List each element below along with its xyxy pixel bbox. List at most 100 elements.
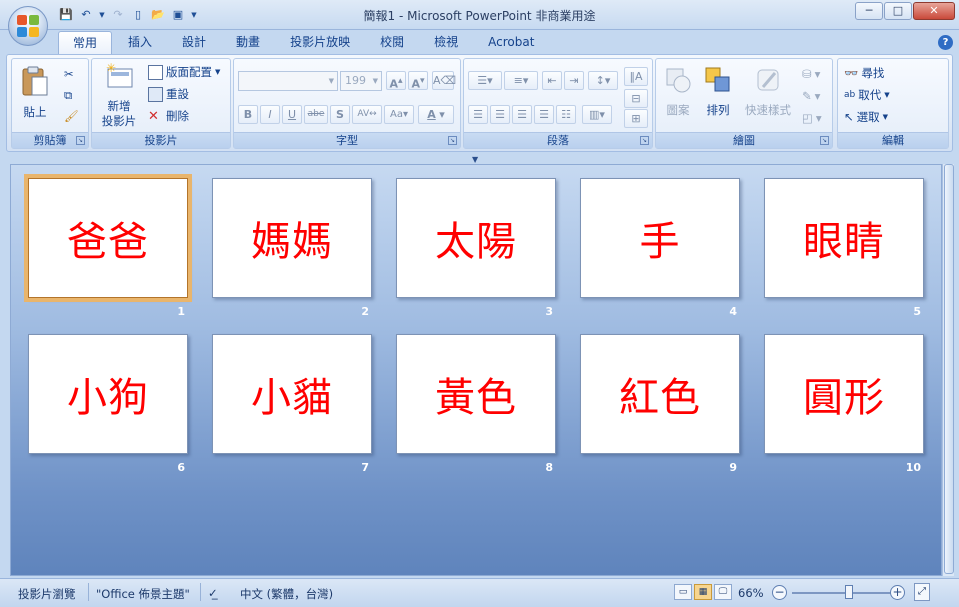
slide-thumbnail-1[interactable]: 爸爸 xyxy=(24,174,192,302)
layout-button[interactable]: 版面配置 ▼ xyxy=(148,63,220,81)
paste-button[interactable]: 貼上 xyxy=(18,65,52,120)
select-button[interactable]: ↖ 選取 ▼ xyxy=(844,108,888,126)
status-separator xyxy=(200,583,201,601)
status-language[interactable]: 中文 (繁體，台灣) xyxy=(240,586,333,602)
zoom-slider-handle[interactable] xyxy=(845,585,853,599)
align-center-button[interactable]: ☰ xyxy=(490,105,510,124)
fit-to-window-icon[interactable]: ⤢ xyxy=(914,583,930,601)
editing-group: 👓 尋找 ab 取代 ▼ ↖ 選取 ▼ 編輯 xyxy=(837,58,949,149)
quick-styles-button[interactable]: 快速樣式 xyxy=(740,65,796,118)
status-theme[interactable]: "Office 佈景主題" xyxy=(96,586,190,602)
brush-icon: 🖌 xyxy=(64,109,79,123)
tab-slide-show[interactable]: 投影片放映 xyxy=(276,31,364,55)
slide-thumbnail-3[interactable]: 太陽 xyxy=(396,178,556,298)
arrange-button[interactable]: 排列 xyxy=(700,65,736,118)
ribbon-collapse-icon[interactable]: ▼ xyxy=(472,155,478,164)
text-direction-button[interactable]: ‖A xyxy=(624,67,648,86)
font-color-button[interactable]: A ▾ xyxy=(418,105,454,124)
shape-outline-button[interactable]: ✎ ▾ xyxy=(802,87,820,105)
vertical-scrollbar[interactable] xyxy=(942,164,954,576)
slide-thumbnail-10[interactable]: 圓形 xyxy=(764,334,924,454)
format-painter-button[interactable]: 🖌 xyxy=(64,107,79,125)
change-case-button[interactable]: Aa▾ xyxy=(384,105,414,124)
tab-acrobat[interactable]: Acrobat xyxy=(474,31,548,55)
status-bar: 投影片瀏覽 "Office 佈景主題" ✓̲ 中文 (繁體，台灣) ▭ ▦ 🖵 … xyxy=(0,578,959,607)
slide-thumbnail-9[interactable]: 紅色 xyxy=(580,334,740,454)
maximize-button[interactable]: □ xyxy=(884,2,912,20)
delete-icon: ✕ xyxy=(148,108,159,124)
increase-indent-button[interactable]: ⇥ xyxy=(564,71,584,90)
slide-thumbnail-8[interactable]: 黃色 xyxy=(396,334,556,454)
tab-insert[interactable]: 插入 xyxy=(114,31,166,55)
slide-text: 黃色 xyxy=(435,375,517,421)
status-separator xyxy=(88,583,89,601)
scrollbar-thumb[interactable] xyxy=(944,164,954,574)
bullets-button[interactable]: ☰▾ xyxy=(468,71,502,90)
help-icon[interactable]: ? xyxy=(938,35,953,50)
shadow-button[interactable]: S xyxy=(330,105,350,124)
slide-thumbnail-6[interactable]: 小狗 xyxy=(28,334,188,454)
zoom-level[interactable]: 66% xyxy=(738,586,764,600)
tab-home[interactable]: 常用 xyxy=(58,31,113,55)
reset-button[interactable]: 重設 xyxy=(148,85,189,103)
font-launcher-icon[interactable]: ↘ xyxy=(448,136,457,145)
font-size-combo[interactable]: 199 ▼ xyxy=(340,71,382,91)
zoom-slider[interactable] xyxy=(792,592,892,594)
shapes-icon xyxy=(666,68,691,93)
tab-view[interactable]: 檢視 xyxy=(420,31,472,55)
normal-view-icon[interactable]: ▭ xyxy=(674,584,692,600)
new-slide-button[interactable]: ✳ 新增 投影片 xyxy=(96,61,142,129)
italic-button[interactable]: I xyxy=(260,105,280,124)
drawing-launcher-icon[interactable]: ↘ xyxy=(820,136,829,145)
underline-button[interactable]: U xyxy=(282,105,302,124)
font-name-combo[interactable]: ▼ xyxy=(238,71,338,91)
slide-thumbnail-2[interactable]: 媽媽 xyxy=(212,178,372,298)
slide-thumbnail-4[interactable]: 手 xyxy=(580,178,740,298)
smartart-button[interactable]: ⊞ xyxy=(624,109,648,128)
align-text-button[interactable]: ⊟ xyxy=(624,89,648,108)
shape-fill-button[interactable]: ⛁ ▾ xyxy=(802,65,820,83)
shapes-button[interactable]: 圖案 xyxy=(660,65,696,118)
minimize-button[interactable]: ─ xyxy=(855,2,883,20)
find-button[interactable]: 👓 尋找 xyxy=(844,64,884,82)
align-right-button[interactable]: ☰ xyxy=(512,105,532,124)
align-left-button[interactable]: ☰ xyxy=(468,105,488,124)
delete-slide-button[interactable]: ✕ 刪除 xyxy=(148,107,189,125)
replace-label: 取代 xyxy=(858,88,882,102)
columns-button[interactable]: ▥▾ xyxy=(582,105,612,124)
clipboard-launcher-icon[interactable]: ↘ xyxy=(76,136,85,145)
bold-button[interactable]: B xyxy=(238,105,258,124)
tab-animations[interactable]: 動畫 xyxy=(222,31,274,55)
slide-text: 媽媽 xyxy=(251,219,333,265)
layout-label: 版面配置 xyxy=(166,65,212,79)
zoom-out-icon[interactable]: − xyxy=(772,585,787,600)
spellcheck-icon[interactable]: ✓̲ xyxy=(208,586,218,600)
char-spacing-button[interactable]: AV↔ xyxy=(352,105,382,124)
shrink-font-button[interactable]: A▾ xyxy=(408,71,428,91)
office-button[interactable] xyxy=(8,6,48,46)
tab-design[interactable]: 設計 xyxy=(168,31,220,55)
distributed-button[interactable]: ☷ xyxy=(556,105,576,124)
paragraph-launcher-icon[interactable]: ↘ xyxy=(640,136,649,145)
tab-review[interactable]: 校閱 xyxy=(366,31,418,55)
replace-button[interactable]: ab 取代 ▼ xyxy=(844,86,890,104)
slide-number: 5 xyxy=(913,305,921,318)
select-label: 選取 xyxy=(856,110,880,124)
grow-font-button[interactable]: A▴ xyxy=(386,71,406,91)
cut-button[interactable]: ✂ xyxy=(64,65,74,83)
strikethrough-button[interactable]: abe xyxy=(304,105,328,124)
justify-button[interactable]: ☰ xyxy=(534,105,554,124)
slide-thumbnail-7[interactable]: 小貓 xyxy=(212,334,372,454)
close-button[interactable]: ✕ xyxy=(913,2,955,20)
decrease-indent-button[interactable]: ⇤ xyxy=(542,71,562,90)
clear-format-icon[interactable]: A⌫ xyxy=(432,71,456,90)
copy-button[interactable]: ⧉ xyxy=(64,86,72,104)
zoom-in-icon[interactable]: + xyxy=(890,585,905,600)
slide-sorter-view-icon[interactable]: ▦ xyxy=(694,584,712,600)
slide-text: 太陽 xyxy=(435,219,517,265)
slide-show-view-icon[interactable]: 🖵 xyxy=(714,584,732,600)
numbering-button[interactable]: ≡▾ xyxy=(504,71,538,90)
line-spacing-button[interactable]: ↕▾ xyxy=(588,71,618,90)
slide-thumbnail-5[interactable]: 眼睛 xyxy=(764,178,924,298)
shape-effects-button[interactable]: ◰ ▾ xyxy=(802,109,822,127)
